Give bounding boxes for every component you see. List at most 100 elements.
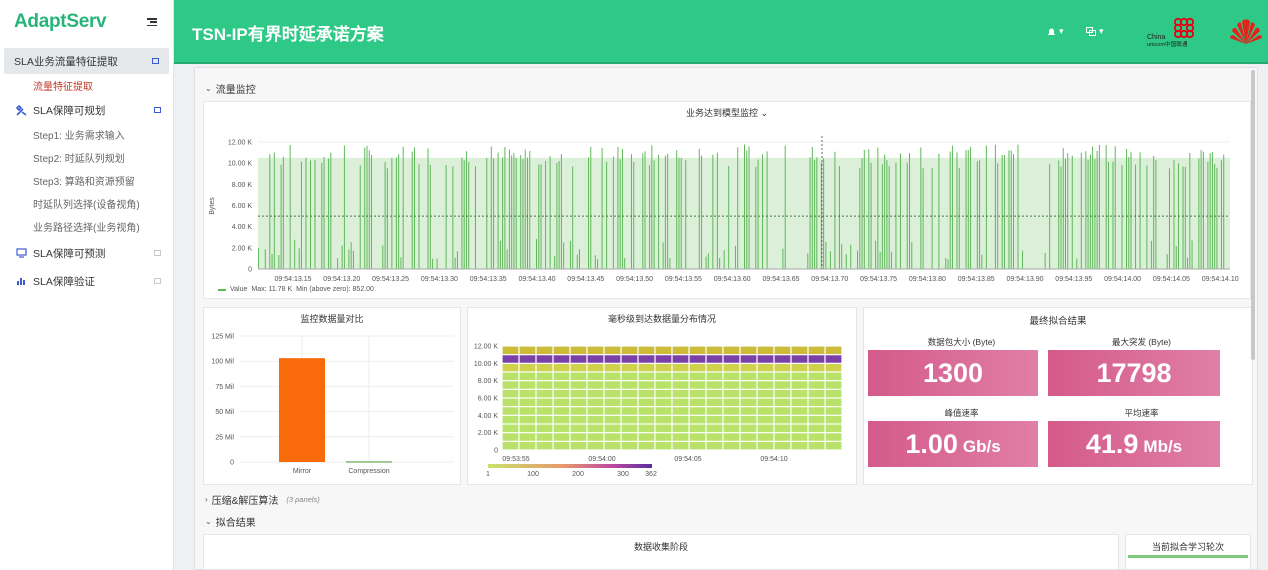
heatmap-cell	[553, 372, 570, 381]
heatmap-cell	[672, 433, 689, 441]
row-fitting[interactable]: ⌄ 拟合结果	[205, 514, 256, 529]
data-bar	[305, 157, 307, 269]
data-bar	[1094, 158, 1096, 269]
heatmap-cell	[587, 441, 604, 450]
heatmap-cell	[689, 415, 706, 424]
sidebar-subitem-traffic-feature[interactable]: 流量特征提取	[0, 74, 173, 97]
data-bar	[578, 249, 580, 269]
menu-toggle-icon[interactable]	[147, 18, 157, 26]
row-title-text: 拟合结果	[215, 518, 256, 529]
data-bar	[1155, 159, 1157, 269]
sidebar-subitem-step2[interactable]: Step2: 时延队列规划	[0, 146, 173, 169]
heatmap-cell	[621, 372, 638, 381]
y-tick-label: 125 Mil	[211, 334, 234, 341]
stat-label-packet-size: 数据包大小 (Byte)	[927, 337, 996, 347]
data-bar	[782, 248, 784, 269]
data-bar	[432, 258, 434, 269]
stat-avg-rate: 41.9 Mb/s	[1048, 421, 1220, 467]
row-traffic-monitoring[interactable]: ⌄ 流量监控	[205, 81, 256, 96]
legend-series-name[interactable]: Value	[230, 286, 247, 293]
sidebar-item-verification[interactable]: SLA保障验证	[0, 268, 173, 294]
data-bar	[538, 164, 540, 269]
sidebar-subitem-path-service[interactable]: 业务路径选择(业务视角)	[0, 215, 173, 238]
heatmap-cell	[638, 398, 655, 407]
notifications-dropdown[interactable]: ▾	[1047, 26, 1064, 37]
heatmap-cell	[502, 381, 519, 389]
panel-heatmap[interactable]: 毫秒级到达数据量分布情况 0 2.00 K 4.00 K 6.00 K 8.00 K 10…	[467, 307, 857, 485]
brand-logo-text[interactable]: AdaptServ	[14, 11, 107, 33]
heatmap-cell	[536, 346, 553, 355]
sidebar-item-predictable[interactable]: SLA保障可预测	[0, 240, 173, 266]
data-bar	[658, 154, 660, 269]
sidebar-subitem-step1[interactable]: Step1: 业务需求输入	[0, 123, 173, 146]
heatmap-cell	[808, 389, 825, 398]
y-tick-label: 50 Mil	[215, 409, 234, 416]
panel-title: 数据收集阶段	[633, 542, 688, 552]
data-bar	[497, 152, 499, 269]
heatmap-cell	[587, 433, 604, 441]
data-bar	[949, 151, 951, 269]
x-tick-label: 09:53:55	[502, 456, 529, 463]
x-tick-label: 09:54:14.00	[1104, 276, 1141, 283]
data-bar	[1207, 161, 1209, 269]
panel-learning-round[interactable]: 当前拟合学习轮次	[1125, 534, 1251, 570]
heatmap-cell	[502, 398, 519, 407]
data-bar	[1044, 252, 1046, 269]
data-bar	[757, 159, 759, 269]
scrollbar-thumb[interactable]	[1251, 70, 1255, 360]
panel-arrival-model[interactable]: 业务达到模型监控 ⌄ 0 2.00 K 4.00 K 6.00 K 8.00 K 10.0…	[203, 101, 1251, 299]
panel-data-compare[interactable]: 监控数据量对比 0 25 Mil 50 Mil 75 Mil 100 Mil 125 Mi…	[203, 307, 461, 485]
color-scale-bar	[488, 464, 652, 468]
data-bar	[701, 155, 703, 269]
data-bar	[967, 149, 969, 269]
data-bar	[558, 161, 560, 269]
heatmap-cell	[621, 346, 638, 355]
sidebar-item-plannable[interactable]: SLA保障可规划	[0, 97, 173, 123]
heatmap-cell	[519, 355, 536, 363]
data-bar	[330, 152, 332, 269]
heatmap-cell	[519, 381, 536, 389]
data-bar	[520, 155, 522, 269]
data-bar	[630, 154, 632, 269]
heatmap-cell	[672, 424, 689, 433]
data-bar	[734, 245, 736, 269]
data-bar	[1166, 254, 1168, 269]
data-bar	[816, 157, 818, 269]
heatmap-cell	[774, 355, 791, 363]
heatmap-cell	[519, 363, 536, 372]
heatmap-cell	[723, 355, 740, 363]
heatmap-cell	[791, 372, 808, 381]
row-compression[interactable]: › 压缩&解压算法 (3 panels)	[205, 492, 320, 507]
data-bar	[857, 250, 859, 269]
heatmap-cell	[553, 398, 570, 407]
data-bar	[341, 245, 343, 269]
sidebar-item-feature-extraction[interactable]: SLA业务流量特征提取	[4, 48, 169, 74]
heatmap-cell	[553, 415, 570, 424]
heatmap-cell	[757, 363, 774, 372]
heatmap-cell	[621, 424, 638, 433]
stat-label-peak-rate: 峰值速率	[944, 408, 979, 418]
screens-dropdown[interactable]: ▾	[1086, 26, 1104, 37]
panel-data-collection[interactable]: 数据收集阶段	[203, 534, 1119, 570]
data-bar	[411, 151, 413, 269]
heatmap-cell	[740, 407, 757, 415]
heatmap-cell	[774, 381, 791, 389]
heatmap-cell	[706, 355, 723, 363]
heatmap-cell	[519, 346, 536, 355]
heatmap-cell	[723, 441, 740, 450]
sidebar-subitem-step3[interactable]: Step3: 算路和资源预留	[0, 169, 173, 192]
heatmap-cell	[774, 389, 791, 398]
data-bar	[685, 160, 687, 269]
y-tick-label: 2.00 K	[478, 430, 499, 437]
y-tick-label: 0	[248, 267, 252, 274]
scrollbar[interactable]	[1250, 70, 1256, 370]
heatmap-cell	[553, 381, 570, 389]
data-bar	[515, 157, 517, 269]
sidebar-subitem-queue-device[interactable]: 时延队列选择(设备视角)	[0, 192, 173, 215]
heatmap-cell	[757, 355, 774, 363]
heatmap-cell	[519, 389, 536, 398]
data-bar	[1216, 167, 1218, 269]
heatmap-cell	[655, 363, 672, 372]
panel-fitting-results[interactable]: 最终拟合结果 数据包大小 (Byte) 1300 最大突发 (Byte) 177…	[863, 307, 1253, 485]
heatmap-cell	[791, 363, 808, 372]
